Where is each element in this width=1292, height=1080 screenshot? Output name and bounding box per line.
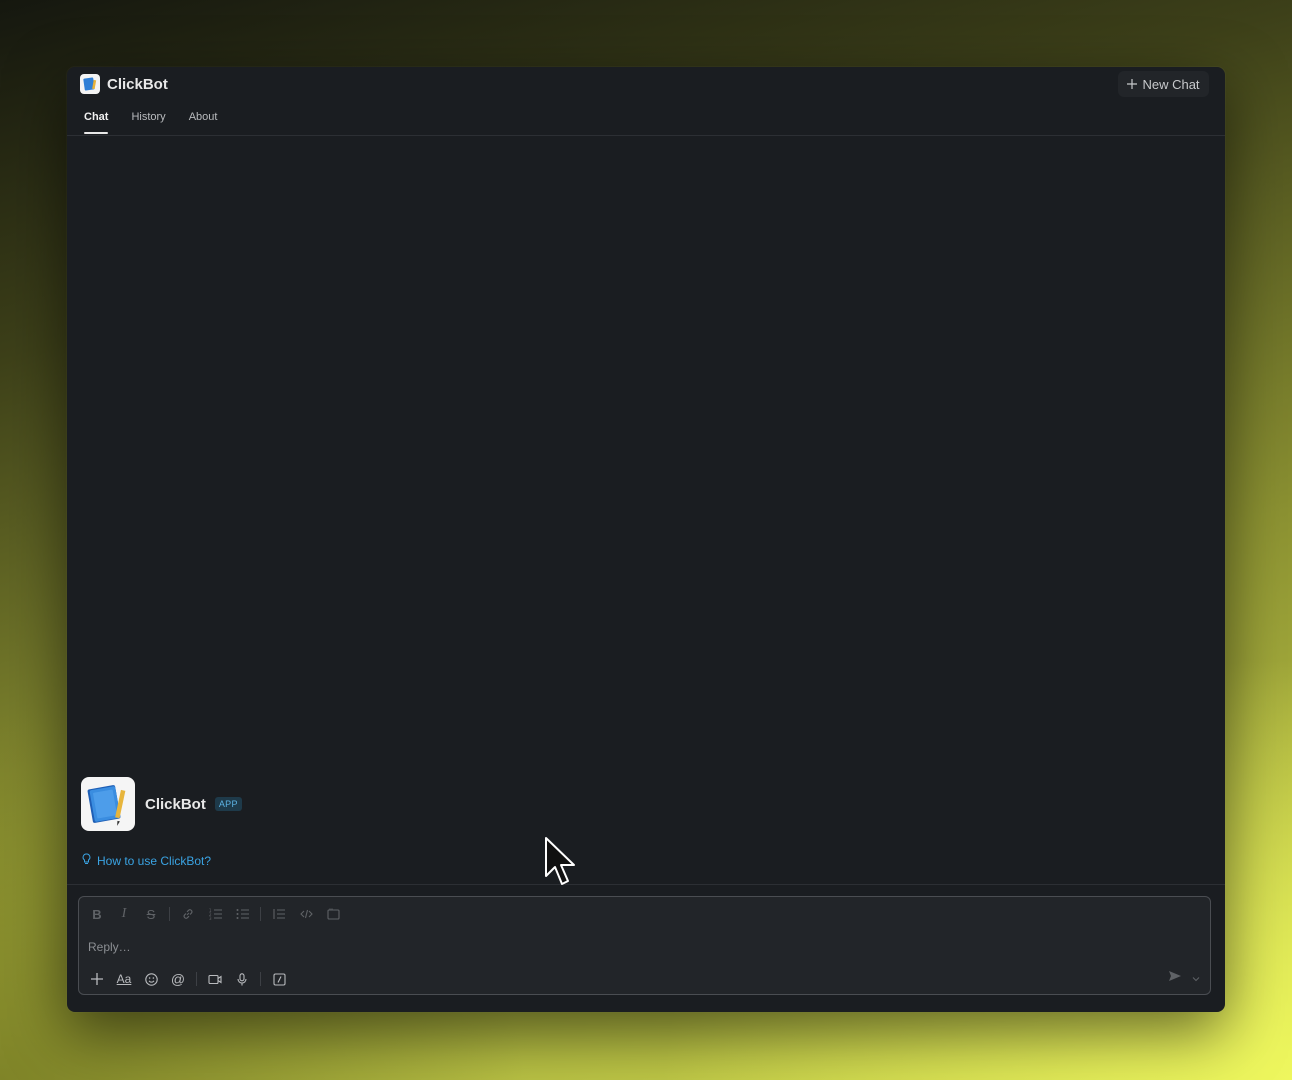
app-title: ClickBot <box>80 74 168 94</box>
strikethrough-icon[interactable]: S <box>142 905 160 923</box>
blockquote-icon[interactable] <box>270 905 288 923</box>
app-window: ClickBot New Chat Chat History About Cli… <box>67 67 1225 1012</box>
toolbar-separator <box>260 972 261 986</box>
toolbar-separator <box>196 972 197 986</box>
italic-icon[interactable]: I <box>115 905 133 923</box>
emoji-icon[interactable] <box>142 970 160 988</box>
tab-chat[interactable]: Chat <box>84 111 109 134</box>
text-format-icon[interactable]: Aa <box>115 970 133 988</box>
bulleted-list-icon[interactable] <box>233 905 251 923</box>
composer-action-bar: Aa @ <box>88 969 297 989</box>
plus-icon[interactable] <box>88 970 106 988</box>
microphone-icon[interactable] <box>233 970 251 988</box>
svg-text:3: 3 <box>209 916 212 920</box>
mention-icon[interactable]: @ <box>169 970 187 988</box>
bot-avatar[interactable] <box>81 777 135 831</box>
notebook-icon <box>87 785 126 826</box>
bold-icon[interactable]: B <box>88 905 106 923</box>
bot-intro: ClickBot APP <box>81 777 242 831</box>
header: ClickBot New Chat Chat History About <box>67 67 1225 136</box>
app-badge: APP <box>214 797 242 811</box>
message-composer: B I S 123 Reply… Aa @ <box>78 896 1211 995</box>
app-title-text: ClickBot <box>107 75 168 93</box>
tab-bar: Chat History About <box>84 111 240 134</box>
ordered-list-icon[interactable]: 123 <box>206 905 224 923</box>
bot-name[interactable]: ClickBot <box>145 796 206 813</box>
video-icon[interactable] <box>206 970 224 988</box>
new-chat-label: New Chat <box>1142 76 1200 92</box>
plus-icon <box>1127 77 1138 92</box>
slash-command-icon[interactable] <box>270 970 288 988</box>
lightbulb-icon <box>82 853 91 868</box>
link-icon[interactable] <box>179 905 197 923</box>
reply-input[interactable] <box>88 937 1188 957</box>
toolbar-separator <box>169 907 170 921</box>
how-to-use-text: How to use ClickBot? <box>97 853 212 868</box>
formatting-toolbar: B I S 123 <box>88 905 351 923</box>
mouse-cursor-icon <box>545 837 575 885</box>
send-icon[interactable] <box>1168 969 1182 987</box>
toolbar-separator <box>260 907 261 921</box>
composer-divider <box>67 884 1225 885</box>
tab-about[interactable]: About <box>189 111 218 134</box>
chevron-down-icon[interactable] <box>1192 969 1200 987</box>
send-area <box>1168 969 1200 987</box>
code-icon[interactable] <box>297 905 315 923</box>
tab-history[interactable]: History <box>131 111 165 134</box>
how-to-use-link[interactable]: How to use ClickBot? <box>82 853 211 868</box>
new-chat-button[interactable]: New Chat <box>1118 71 1209 97</box>
app-logo-icon <box>80 74 100 94</box>
code-block-icon[interactable] <box>324 905 342 923</box>
